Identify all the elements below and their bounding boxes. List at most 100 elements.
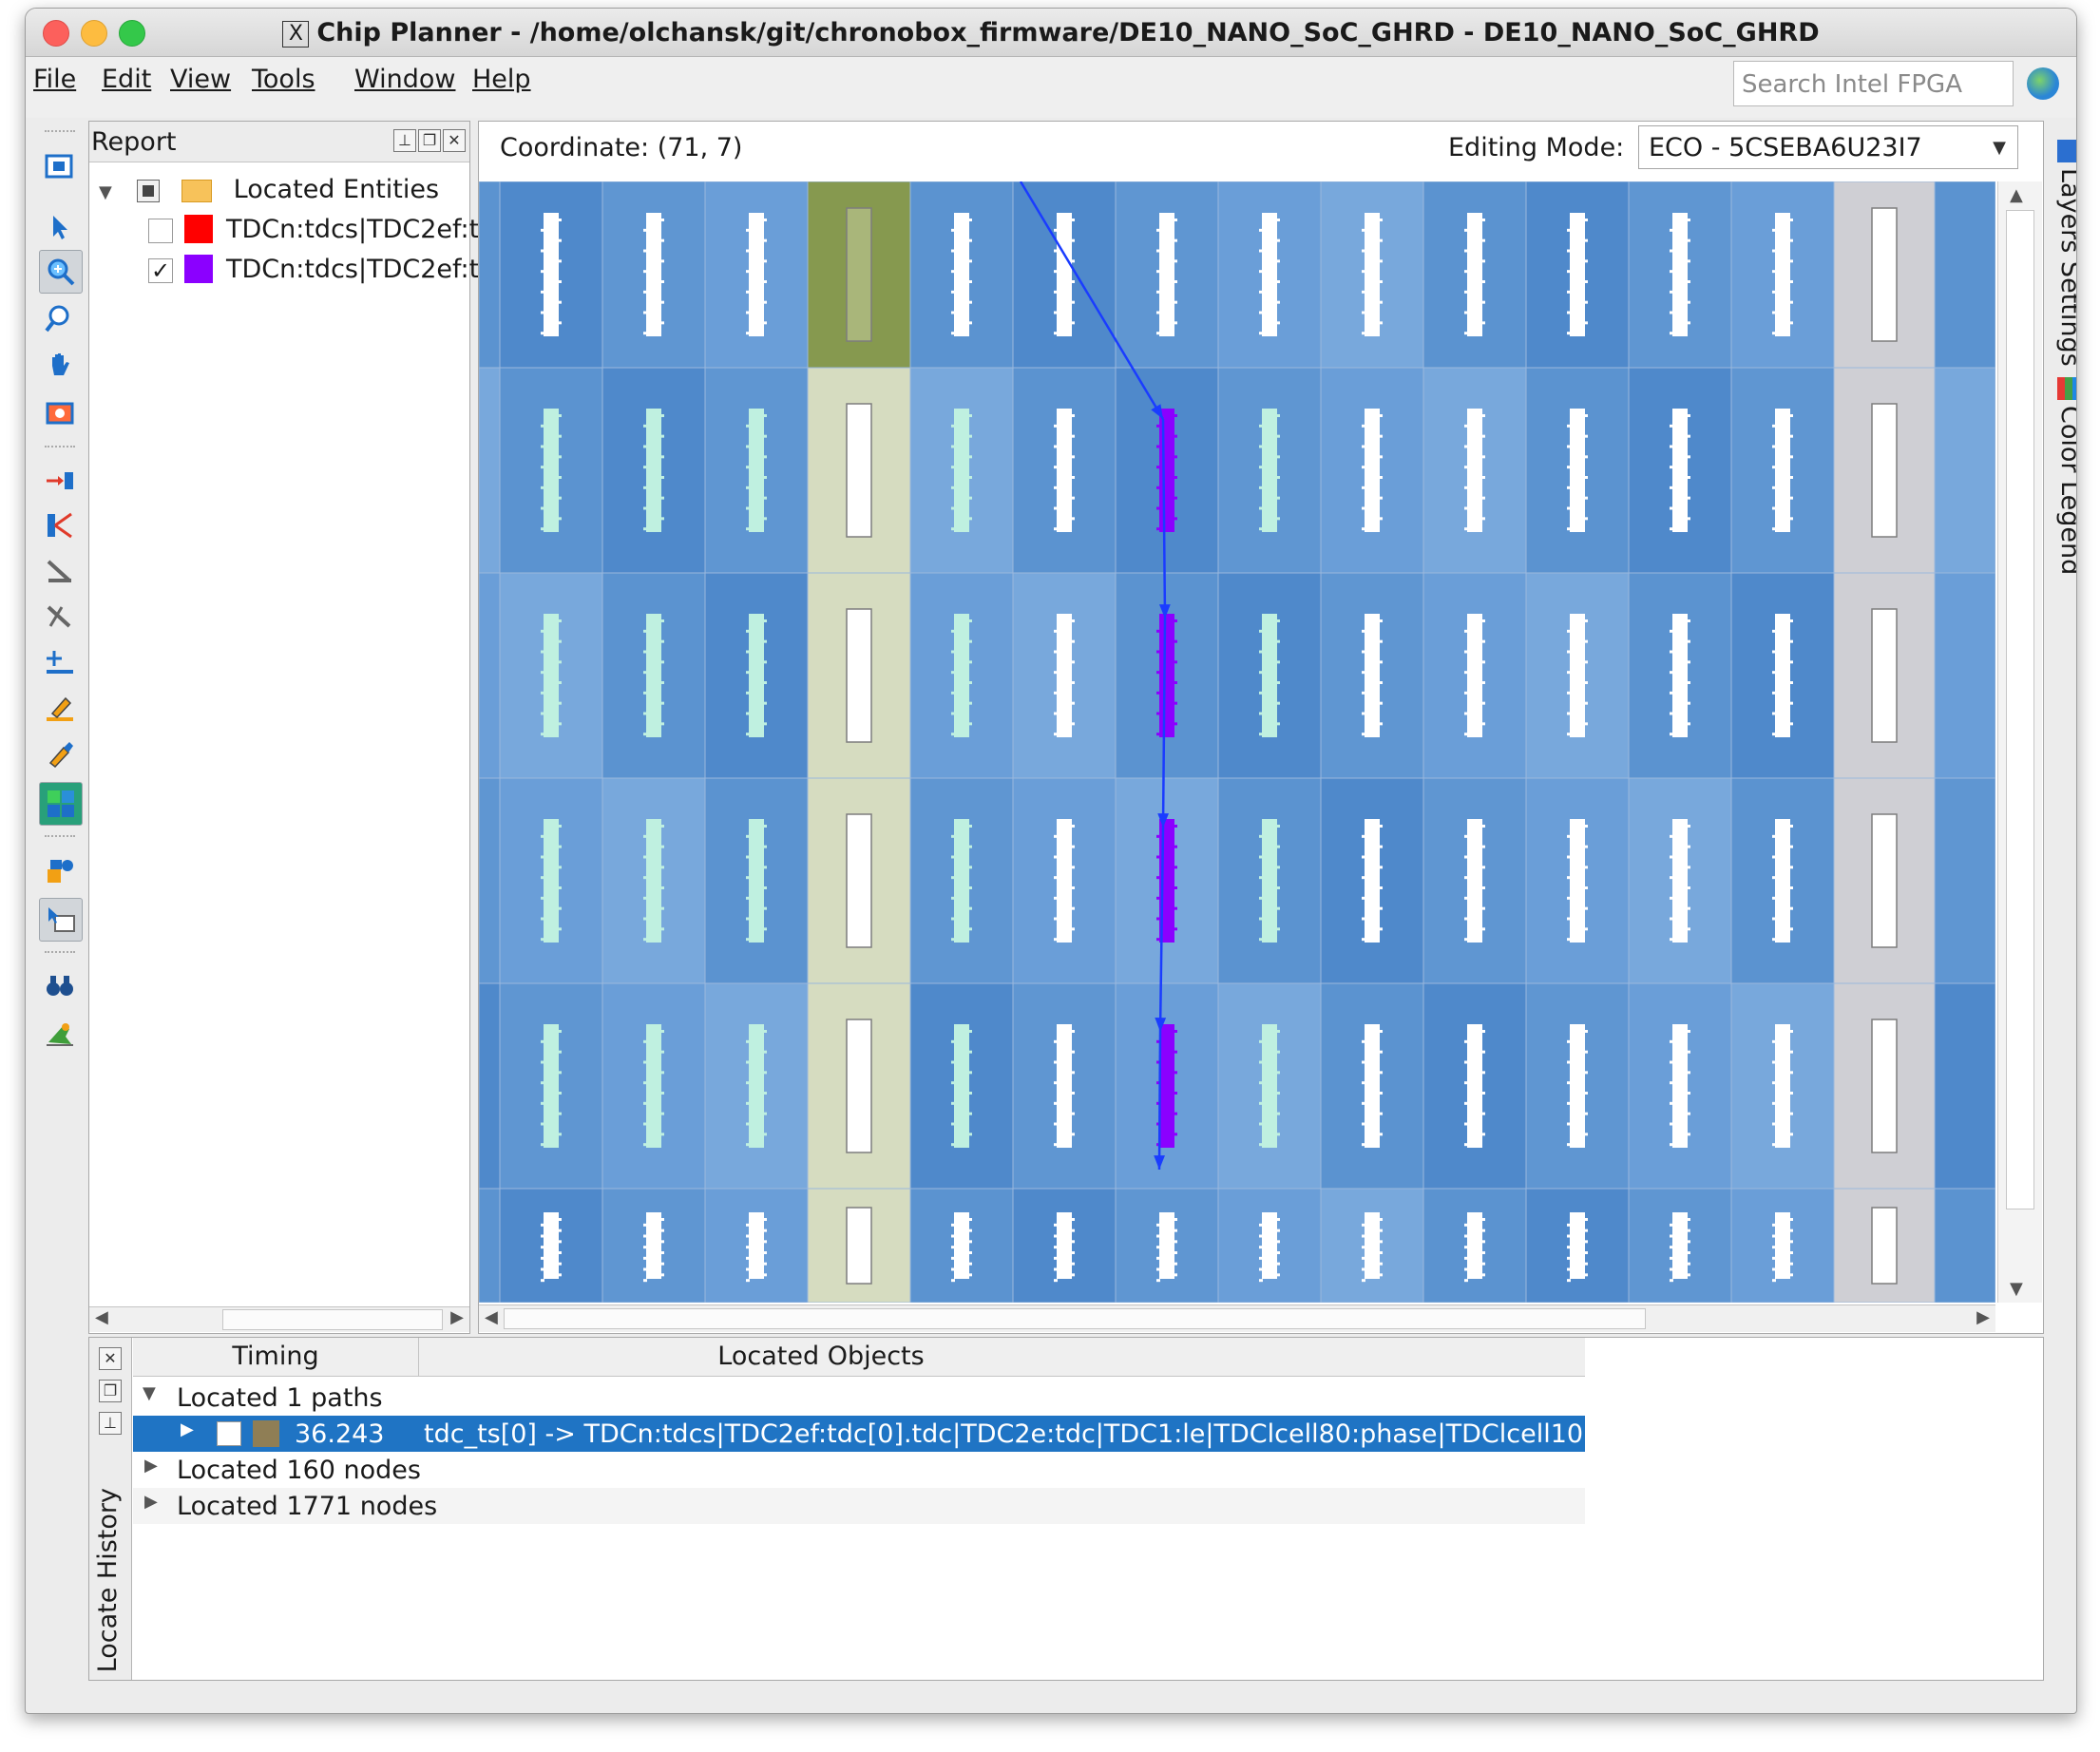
close-icon[interactable]: ✕	[99, 1347, 122, 1370]
scroll-right-icon[interactable]: ▶	[450, 1307, 464, 1327]
row-checkbox[interactable]	[217, 1421, 241, 1446]
table-row-selected[interactable]: ▶ 36.243 tdc_ts[0] -> TDCn:tdcs|TDC2ef:t…	[133, 1416, 1716, 1452]
logic-cell-pin	[1584, 1262, 1588, 1266]
zoom-region-icon[interactable]	[39, 297, 81, 339]
horizontal-scroll-thumb[interactable]	[504, 1308, 1646, 1329]
layers-toggle-icon[interactable]	[39, 782, 83, 826]
scroll-thumb[interactable]	[222, 1309, 443, 1330]
chip-floorplan-svg[interactable]	[479, 181, 1995, 1303]
expand-triangle-icon[interactable]: ▶	[181, 1419, 194, 1439]
binoculars-find-icon[interactable]	[39, 964, 81, 1006]
scroll-up-icon[interactable]: ▲	[2010, 185, 2023, 205]
search-input[interactable]: Search Intel FPGA	[1733, 61, 2014, 106]
logic-cell-pin	[763, 455, 767, 459]
connection-tool-icon[interactable]	[39, 550, 81, 592]
highlight-brush-icon[interactable]	[39, 687, 81, 729]
logic-cell-pin	[1687, 1273, 1690, 1277]
generate-fan-out-icon[interactable]	[39, 505, 81, 546]
scroll-right-icon[interactable]: ▶	[1976, 1307, 1990, 1327]
logic-cell-pin	[1071, 476, 1075, 479]
logic-cell-pin	[1156, 290, 1160, 294]
expand-triangle-icon[interactable]: ▶	[144, 1492, 158, 1512]
vertical-scroll-thumb[interactable]	[2006, 210, 2034, 1209]
tab-layers-settings[interactable]: Layers Settings	[2055, 168, 2076, 367]
pin-icon[interactable]: ⊥	[99, 1412, 122, 1435]
logic-cell-pin	[558, 639, 562, 643]
menu-view[interactable]: View	[170, 65, 231, 94]
tristate-checkbox[interactable]	[137, 179, 161, 202]
logic-cell-pin	[1481, 414, 1485, 417]
logic-cell-pin	[746, 876, 750, 880]
expand-triangle-icon[interactable]: ▼	[99, 182, 112, 202]
menu-edit[interactable]: Edit	[102, 65, 151, 94]
hand-pan-icon[interactable]	[39, 345, 81, 387]
logic-cell-pin	[1670, 876, 1673, 880]
menu-tools[interactable]: Tools	[252, 65, 315, 94]
logic-cell-pin	[746, 228, 750, 232]
logic-cell-pin	[968, 455, 972, 459]
logic-cell-pin	[1362, 466, 1365, 469]
logic-cell-pin	[968, 681, 972, 684]
memory-block	[846, 813, 872, 948]
tab-color-legend[interactable]: Color Legend	[2055, 406, 2076, 575]
logic-cell-pin	[1567, 855, 1571, 859]
logic-cell-pin	[1687, 517, 1690, 521]
table-row[interactable]: ▶ Located 1771 nodes	[133, 1488, 1585, 1524]
zoom-tool-icon[interactable]	[39, 250, 83, 294]
logic-cell-pin	[1481, 1112, 1485, 1115]
table-row[interactable]: ▼ Located 1 paths	[133, 1380, 1585, 1416]
entity-label-1[interactable]: TDCn:tdcs|TDC2ef:t	[226, 215, 479, 244]
entity-checkbox-2[interactable]: ✓	[148, 258, 173, 283]
expand-triangle-icon[interactable]: ▶	[144, 1456, 158, 1476]
menu-window[interactable]: Window	[354, 65, 455, 94]
logic-cell-pin	[1276, 1030, 1280, 1033]
delete-connection-icon[interactable]	[39, 596, 81, 638]
logic-cell-pin	[1584, 1071, 1588, 1075]
generate-fan-in-icon[interactable]	[39, 459, 81, 501]
menu-help[interactable]: Help	[472, 65, 531, 94]
table-row[interactable]: ▶ Located 160 nodes	[133, 1452, 1585, 1488]
fit-in-window-icon[interactable]	[39, 392, 81, 434]
logic-cells	[544, 819, 559, 943]
logic-cell-pin	[1464, 1279, 1468, 1283]
row-label: Located 160 nodes	[177, 1456, 421, 1485]
assignment-icon[interactable]	[39, 850, 81, 892]
close-icon[interactable]: ✕	[443, 129, 466, 152]
logic-cell-pin	[1789, 681, 1793, 684]
menu-file[interactable]: File	[33, 65, 76, 94]
logic-cell-pin	[643, 1039, 647, 1043]
float-icon[interactable]: ❐	[418, 129, 441, 152]
pin-icon[interactable]: ⊥	[393, 129, 416, 152]
logic-cell-pin	[660, 886, 664, 889]
clear-highlight-icon[interactable]	[39, 733, 81, 774]
logic-cell-pin	[968, 825, 972, 828]
column-header-timing[interactable]: Timing	[133, 1342, 418, 1371]
select-report-icon[interactable]	[39, 898, 83, 942]
entity-label-2[interactable]: TDCn:tdcs|TDC2ef:t	[226, 255, 479, 284]
column-header-located-objects[interactable]: Located Objects	[418, 1342, 1224, 1371]
scroll-left-icon[interactable]: ◀	[95, 1307, 108, 1327]
canvas-horizontal-scrollbar[interactable]: ◀ ▶	[479, 1304, 1995, 1332]
logic-cell-pin	[1789, 1240, 1793, 1244]
logic-cells	[1057, 614, 1072, 737]
locate-history-pane: ✕ ❐ ⊥ Locate History Timing Located Obje…	[88, 1337, 2044, 1681]
coordinate-readout: Coordinate: (71, 7)	[500, 133, 743, 162]
chip-view-icon[interactable]	[39, 145, 81, 187]
globe-icon[interactable]	[2027, 67, 2059, 100]
float-icon[interactable]: ❐	[99, 1380, 122, 1402]
scroll-left-icon[interactable]: ◀	[485, 1307, 498, 1327]
scroll-down-icon[interactable]: ▼	[2010, 1279, 2023, 1299]
bird-icon[interactable]	[39, 1012, 81, 1054]
editing-mode-select[interactable]: ECO - 5CSEBA6U23I7 ▼	[1638, 125, 2018, 169]
logic-cell-pin	[643, 527, 647, 531]
chip-floorplan-canvas[interactable]	[479, 181, 1995, 1303]
tree-root-located-entities[interactable]: ▼ Located Entities	[99, 175, 439, 204]
logic-cells	[1467, 1212, 1482, 1279]
entity-checkbox-1[interactable]	[148, 219, 173, 243]
collapse-triangle-icon[interactable]: ▼	[143, 1383, 156, 1403]
selection-tool-icon[interactable]	[39, 206, 81, 248]
logic-cell-pin	[541, 1060, 544, 1064]
report-horizontal-scrollbar[interactable]: ◀ ▶	[89, 1306, 469, 1332]
canvas-vertical-scrollbar[interactable]: ▲ ▼	[1997, 181, 2042, 1303]
insert-node-icon[interactable]	[39, 641, 81, 683]
